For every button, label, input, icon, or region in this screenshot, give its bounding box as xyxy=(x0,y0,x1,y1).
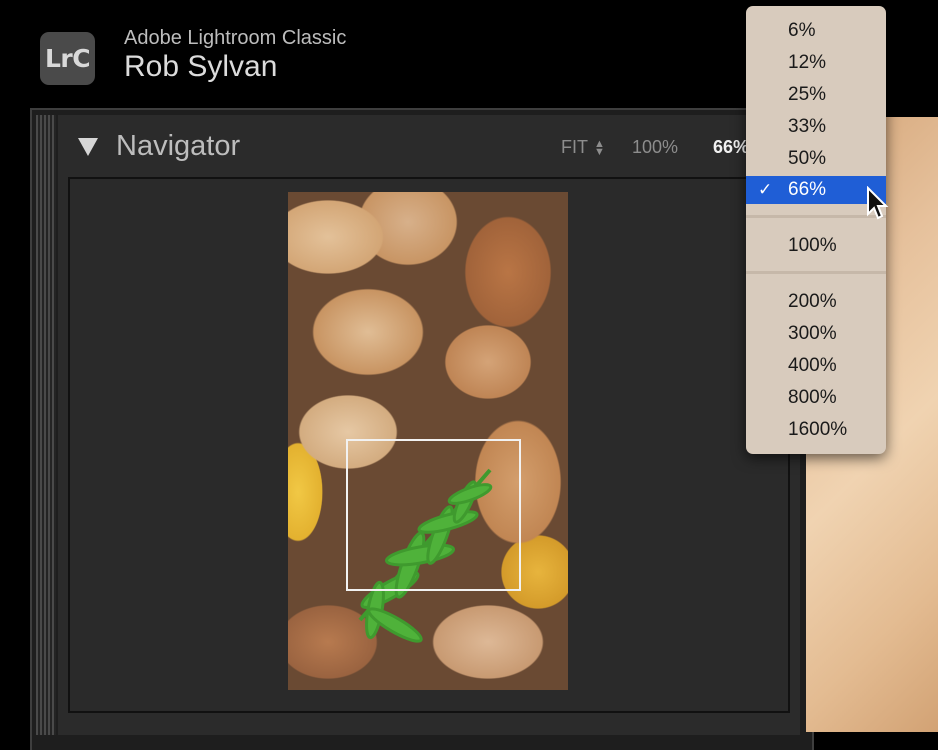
menu-item-33[interactable]: 33% xyxy=(746,113,886,141)
menu-separator xyxy=(746,215,886,218)
menu-item-6[interactable]: 6% xyxy=(746,17,886,45)
zoom-fit-button[interactable]: FIT ▲ ▼ xyxy=(561,137,605,158)
menu-item-300[interactable]: 300% xyxy=(746,320,886,348)
menu-item-100[interactable]: 100% xyxy=(746,232,886,260)
zoom-dropdown-menu: 6% 12% 25% 33% 50% ✓ 66% 100% 200% 300% … xyxy=(746,6,886,454)
zoom-100-button[interactable]: 100% xyxy=(632,137,678,158)
navigator-title[interactable]: Navigator xyxy=(116,130,240,163)
stepper-icon: ▲ ▼ xyxy=(594,137,605,158)
identity-plate-name: Rob Sylvan xyxy=(124,50,278,83)
menu-item-label: 66% xyxy=(788,179,827,200)
panel-resize-grip[interactable] xyxy=(36,115,56,735)
app-title: Adobe Lightroom Classic xyxy=(124,27,347,49)
menu-item-50[interactable]: 50% xyxy=(746,145,886,173)
menu-item-1600[interactable]: 1600% xyxy=(746,416,886,444)
menu-item-12[interactable]: 12% xyxy=(746,49,886,77)
collapse-triangle-icon[interactable] xyxy=(78,138,98,156)
menu-separator xyxy=(746,271,886,274)
lrc-logo-icon: LrC xyxy=(40,32,95,85)
menu-item-200[interactable]: 200% xyxy=(746,288,886,316)
menu-item-25[interactable]: 25% xyxy=(746,81,886,109)
menu-item-66-selected[interactable]: ✓ 66% xyxy=(746,176,886,204)
navigator-view-rectangle[interactable] xyxy=(346,439,521,591)
checkmark-icon: ✓ xyxy=(758,180,773,199)
menu-item-800[interactable]: 800% xyxy=(746,384,886,412)
mouse-pointer-icon xyxy=(867,186,889,220)
menu-item-400[interactable]: 400% xyxy=(746,352,886,380)
zoom-current-button[interactable]: 66% xyxy=(713,137,749,158)
